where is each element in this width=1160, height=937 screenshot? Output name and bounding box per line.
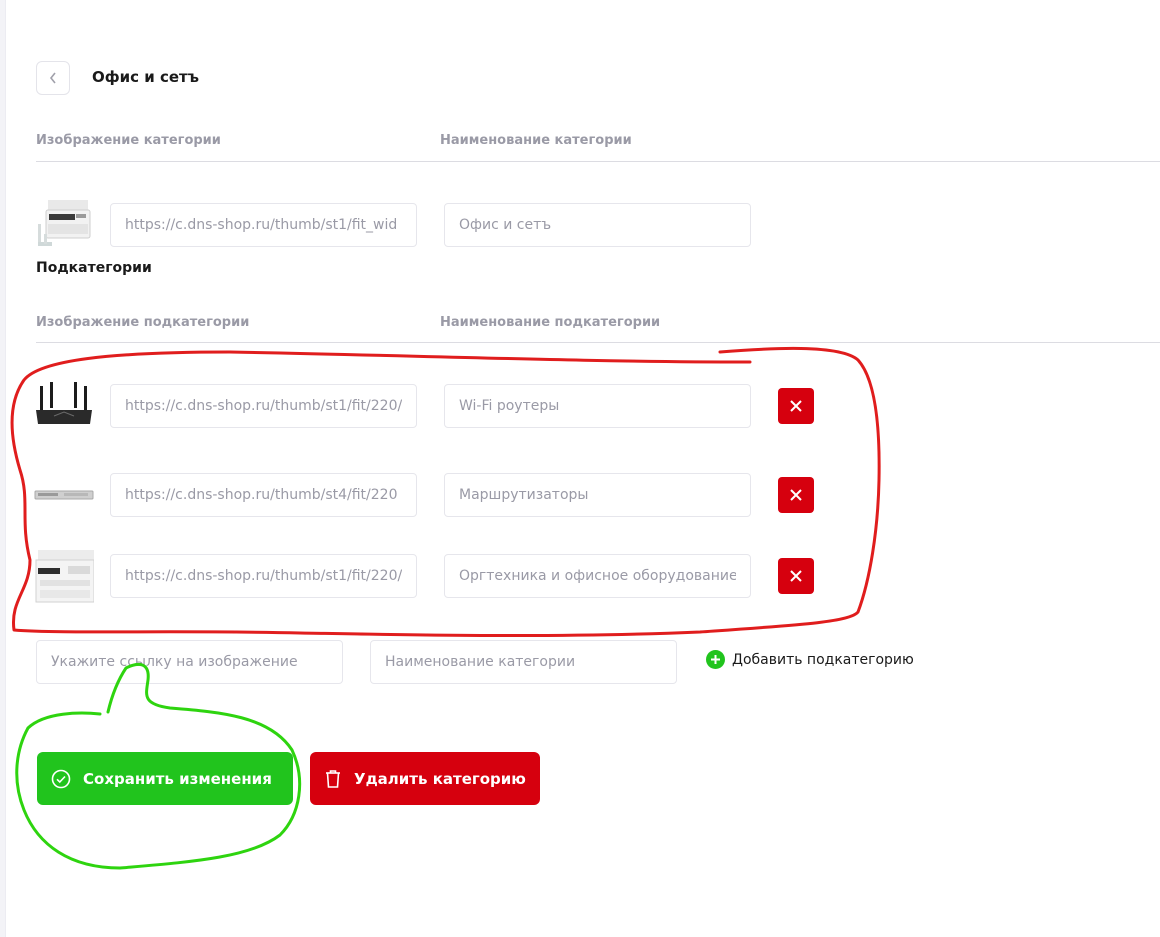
close-icon bbox=[790, 489, 802, 501]
divider bbox=[36, 161, 1160, 162]
left-border bbox=[0, 0, 6, 937]
category-name-header: Наименование категории bbox=[440, 133, 632, 148]
back-button[interactable] bbox=[36, 61, 70, 95]
category-name-field[interactable] bbox=[444, 203, 751, 247]
plus-circle-icon bbox=[706, 650, 725, 669]
category-name-input[interactable] bbox=[459, 217, 736, 233]
subcategory-name-field[interactable] bbox=[444, 554, 751, 598]
subcategory-name-field[interactable] bbox=[444, 473, 751, 517]
delete-subcategory-button[interactable] bbox=[778, 388, 814, 424]
subcategory-name-input[interactable] bbox=[459, 568, 736, 584]
add-subcategory-label: Добавить подкатегорию bbox=[732, 651, 914, 668]
new-subcategory-image-input[interactable] bbox=[51, 654, 328, 670]
subcategory-image-url-field[interactable] bbox=[110, 554, 417, 598]
delete-subcategory-button[interactable] bbox=[778, 558, 814, 594]
category-image-url-field[interactable] bbox=[110, 203, 417, 247]
category-thumbnail bbox=[38, 200, 91, 246]
new-subcategory-name-field[interactable] bbox=[370, 640, 677, 684]
subcategory-image-url-input[interactable] bbox=[125, 568, 402, 584]
divider bbox=[36, 342, 1160, 343]
subcategory-name-input[interactable] bbox=[459, 398, 736, 414]
subcategories-title: Подкатегории bbox=[36, 260, 152, 276]
subcategory-name-input[interactable] bbox=[459, 487, 736, 503]
save-changes-label: Сохранить изменения bbox=[83, 769, 272, 788]
new-subcategory-image-field[interactable] bbox=[36, 640, 343, 684]
check-circle-icon bbox=[51, 769, 71, 788]
category-image-url-input[interactable] bbox=[125, 217, 402, 233]
page-title: Офис и сетъ bbox=[92, 68, 200, 86]
close-icon bbox=[790, 570, 802, 582]
subcategory-image-url-field[interactable] bbox=[110, 384, 417, 428]
subcategory-image-url-input[interactable] bbox=[125, 398, 402, 414]
delete-subcategory-button[interactable] bbox=[778, 477, 814, 513]
new-subcategory-name-input[interactable] bbox=[385, 654, 662, 670]
subcategory-image-url-input[interactable] bbox=[125, 487, 402, 503]
wifi-router-thumbnail bbox=[36, 382, 92, 424]
category-image-header: Изображение категории bbox=[36, 133, 221, 148]
delete-category-label: Удалить категорию bbox=[354, 769, 526, 788]
office-printer-thumbnail bbox=[35, 550, 94, 603]
trash-icon bbox=[326, 769, 340, 788]
save-changes-button[interactable]: Сохранить изменения bbox=[37, 752, 293, 805]
rack-router-thumbnail bbox=[34, 490, 94, 500]
subcategory-name-header: Наименование подкатегории bbox=[440, 315, 661, 330]
subcategory-image-url-field[interactable] bbox=[110, 473, 417, 517]
subcategory-name-field[interactable] bbox=[444, 384, 751, 428]
delete-category-button[interactable]: Удалить категорию bbox=[310, 752, 540, 805]
add-subcategory-button[interactable]: Добавить подкатегорию bbox=[706, 650, 914, 669]
close-icon bbox=[790, 400, 802, 412]
chevron-left-icon bbox=[49, 72, 56, 84]
subcategory-image-header: Изображение подкатегории bbox=[36, 315, 250, 330]
